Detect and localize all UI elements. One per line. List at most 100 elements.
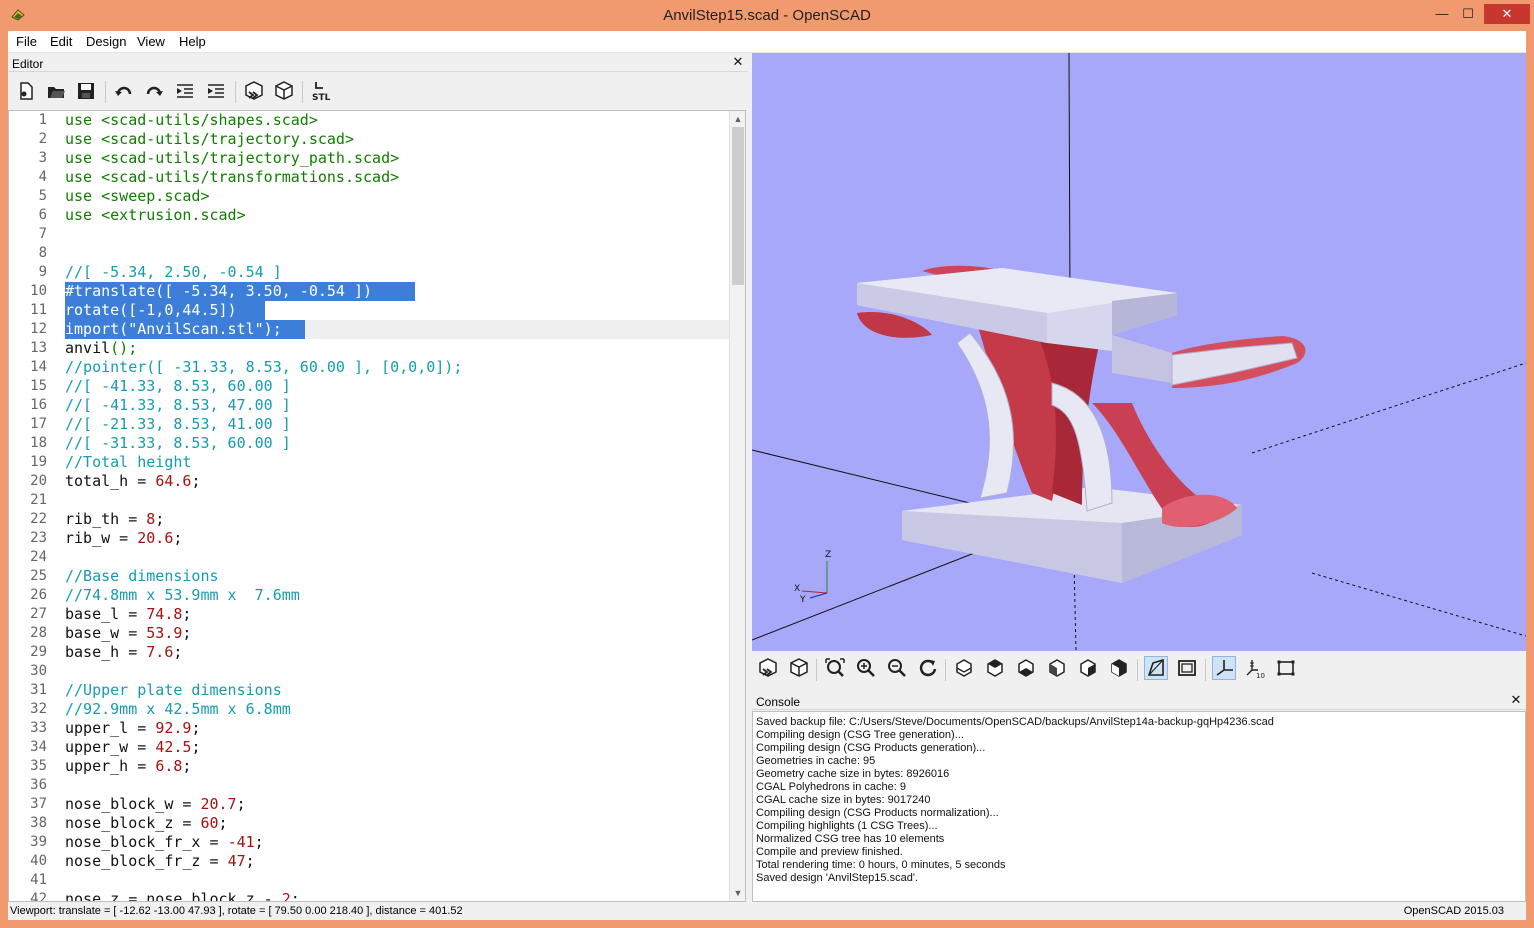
code-line[interactable]: base_l = 74.8;: [65, 605, 191, 624]
code-token: 2: [282, 890, 291, 902]
code-line[interactable]: use <scad-utils/transformations.scad>: [65, 168, 399, 187]
code-line[interactable]: use <scad-utils/trajectory_path.scad>: [65, 149, 399, 168]
code-line[interactable]: anvil();: [65, 339, 137, 358]
code-line[interactable]: import("AnvilScan.stl");: [65, 320, 282, 339]
code-line[interactable]: nose_block_z = 60;: [65, 814, 228, 833]
menu-edit[interactable]: Edit: [50, 34, 72, 49]
undo-button[interactable]: [112, 79, 136, 103]
code-line[interactable]: base_h = 7.6;: [65, 643, 182, 662]
zoom-out-button[interactable]: [885, 656, 909, 680]
view-front-button[interactable]: [1076, 656, 1100, 680]
view-top-button[interactable]: [983, 656, 1007, 680]
code-line[interactable]: nose_block_w = 20.7;: [65, 795, 246, 814]
redo-icon: [143, 80, 165, 102]
view-back-button[interactable]: [1107, 656, 1131, 680]
new-file-button[interactable]: [14, 79, 38, 103]
code-token: 92.9: [155, 719, 191, 737]
x-axis-negative: [1312, 573, 1526, 636]
code-token: use: [65, 111, 101, 129]
code-line[interactable]: #translate([ -5.34, 3.50, -0.54 ]): [65, 282, 372, 301]
console-line: Compiling design (CSG Products generatio…: [756, 742, 1522, 755]
editor-close-button[interactable]: ✕: [731, 55, 745, 69]
scroll-down-arrow[interactable]: ▼: [730, 885, 746, 901]
view-all-button[interactable]: [823, 656, 847, 680]
code-line[interactable]: //[ -31.33, 8.53, 60.00 ]: [65, 434, 291, 453]
code-line[interactable]: upper_w = 42.5;: [65, 738, 200, 757]
code-line[interactable]: nose_block_fr_x = -41;: [65, 833, 264, 852]
menu-design[interactable]: Design: [86, 34, 126, 49]
minimize-button[interactable]: —: [1430, 4, 1454, 24]
code-line[interactable]: //[ -5.34, 2.50, -0.54 ]: [65, 263, 282, 282]
orthogonal-button[interactable]: [1175, 656, 1199, 680]
line-number: 19: [9, 453, 47, 472]
open-file-button[interactable]: [44, 79, 68, 103]
show-edges-button[interactable]: [1274, 656, 1298, 680]
code-line[interactable]: use <sweep.scad>: [65, 187, 210, 206]
code-line[interactable]: total_h = 64.6;: [65, 472, 200, 491]
console-close-button[interactable]: ✕: [1509, 693, 1523, 707]
menu-bar: File Edit Design View Help: [8, 31, 1526, 53]
code-line[interactable]: //Total height: [65, 453, 191, 472]
reset-view-button[interactable]: [916, 656, 940, 680]
editor-vertical-scrollbar[interactable]: ▲ ▼: [729, 111, 745, 901]
view-preview-button[interactable]: [756, 656, 780, 680]
code-token: 42.5: [155, 738, 191, 756]
code-token: use: [65, 149, 101, 167]
code-line[interactable]: nose_block_fr_z = 47;: [65, 852, 255, 871]
perspective-button[interactable]: [1144, 656, 1168, 680]
code-line[interactable]: rotate([-1,0,44.5]): [65, 301, 237, 320]
code-token: 64.6: [155, 472, 191, 490]
unindent-button[interactable]: [173, 79, 197, 103]
view-left-button[interactable]: [1045, 656, 1069, 680]
console-line: Saved backup file: C:/Users/Steve/Docume…: [756, 716, 1522, 729]
maximize-button[interactable]: ☐: [1456, 4, 1480, 24]
editor-dock-title: Editor: [12, 57, 43, 71]
line-number: 31: [9, 681, 47, 700]
code-line[interactable]: //92.9mm x 42.5mm x 6.8mm: [65, 700, 291, 719]
code-line[interactable]: //[ -41.33, 8.53, 60.00 ]: [65, 377, 291, 396]
code-line[interactable]: use <scad-utils/shapes.scad>: [65, 111, 318, 130]
menu-view[interactable]: View: [137, 34, 165, 49]
view-render-button[interactable]: [787, 656, 811, 680]
code-line[interactable]: base_w = 53.9;: [65, 624, 191, 643]
undo-icon: [113, 80, 135, 102]
close-window-button[interactable]: ✕: [1484, 4, 1530, 24]
view-bottom-button[interactable]: [1014, 656, 1038, 680]
show-scale-markers-button[interactable]: 10: [1243, 656, 1267, 680]
indent-icon: [205, 80, 227, 102]
show-axes-button[interactable]: [1212, 656, 1236, 680]
code-line[interactable]: //74.8mm x 53.9mm x 7.6mm: [65, 586, 300, 605]
code-line[interactable]: nose_z = nose_block_z - 2;: [65, 890, 300, 902]
code-line[interactable]: //[ -21.33, 8.53, 41.00 ]: [65, 415, 291, 434]
zoom-in-button[interactable]: [854, 656, 878, 680]
code-line[interactable]: //pointer([ -31.33, 8.53, 60.00 ], [0,0,…: [65, 358, 462, 377]
code-line[interactable]: rib_th = 8;: [65, 510, 164, 529]
code-line[interactable]: upper_h = 6.8;: [65, 757, 191, 776]
view-right-button[interactable]: [952, 656, 976, 680]
code-line[interactable]: use <scad-utils/trajectory.scad>: [65, 130, 354, 149]
code-token: <extrusion.scad>: [101, 206, 246, 224]
code-line[interactable]: use <extrusion.scad>: [65, 206, 246, 225]
indent-button[interactable]: [204, 79, 228, 103]
code-line[interactable]: upper_l = 92.9;: [65, 719, 200, 738]
scrollbar-thumb[interactable]: [732, 127, 744, 285]
console-output[interactable]: Saved backup file: C:/Users/Steve/Docume…: [752, 711, 1526, 902]
menu-help[interactable]: Help: [179, 34, 206, 49]
preview-button[interactable]: [242, 79, 266, 103]
view-bottom-icon: [1015, 657, 1037, 679]
redo-button[interactable]: [142, 79, 166, 103]
code-line[interactable]: //Base dimensions: [65, 567, 219, 586]
render-button[interactable]: [272, 79, 296, 103]
menu-file[interactable]: File: [16, 34, 37, 49]
line-number: 17: [9, 415, 47, 434]
scroll-up-arrow[interactable]: ▲: [730, 111, 746, 127]
code-token: 74.8: [146, 605, 182, 623]
code-line[interactable]: //[ -41.33, 8.53, 47.00 ]: [65, 396, 291, 415]
code-line[interactable]: //Upper plate dimensions: [65, 681, 282, 700]
export-stl-button[interactable]: STL: [309, 79, 333, 103]
code-line[interactable]: rib_w = 20.6;: [65, 529, 182, 548]
3d-viewport[interactable]: Z X Y: [752, 53, 1526, 651]
code-editor[interactable]: 1234567891011121314151617181920212223242…: [8, 110, 746, 902]
save-file-button[interactable]: [74, 79, 98, 103]
code-text[interactable]: use <scad-utils/shapes.scad>use <scad-ut…: [65, 111, 731, 901]
